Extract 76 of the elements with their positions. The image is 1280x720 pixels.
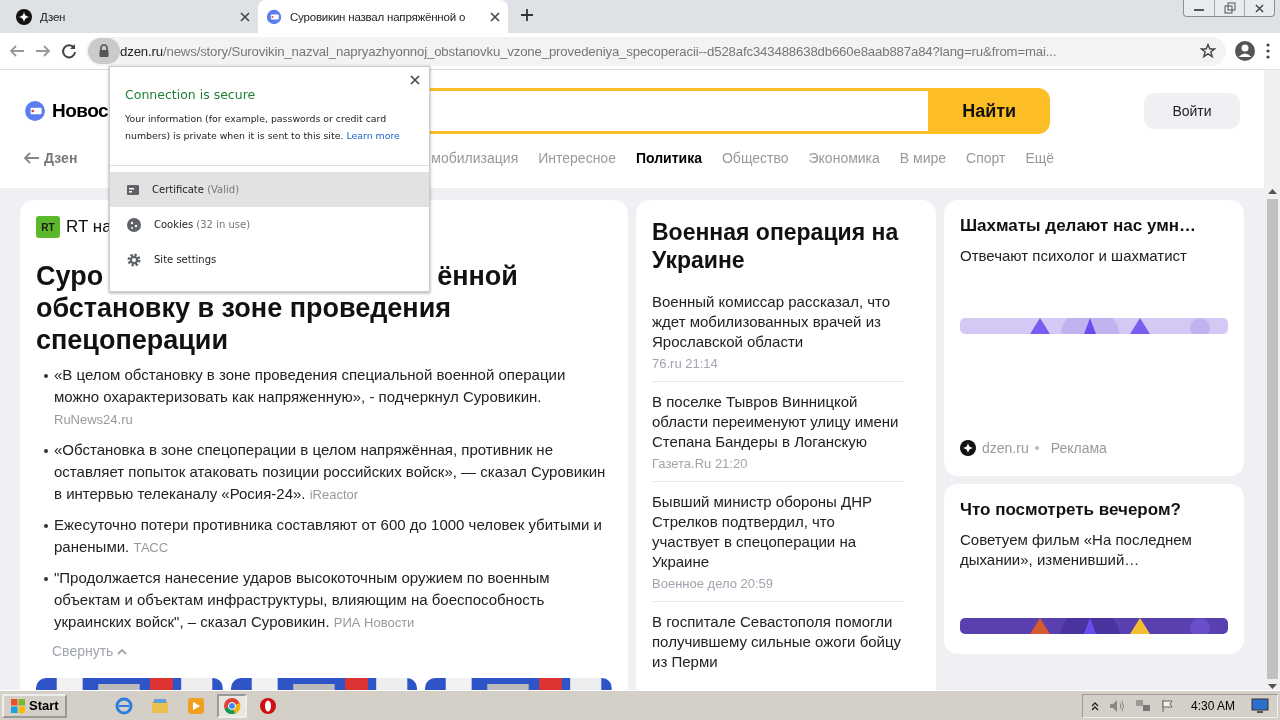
windows-logo-icon xyxy=(10,697,26,714)
news-logo-icon xyxy=(266,8,282,25)
chrome-icon[interactable] xyxy=(222,696,241,715)
dzen-logo-icon xyxy=(960,440,976,456)
news-link[interactable]: Военный комиссар рассказал, что ждет мобилизованных врачей из Ярославской области xyxy=(652,292,904,352)
bullet-icon xyxy=(44,577,48,581)
menu-icon[interactable] xyxy=(1264,42,1272,60)
popup-title: Connection is secure xyxy=(125,87,257,102)
browser-tab[interactable]: Дзен xyxy=(8,0,258,33)
chevron-up-icon[interactable] xyxy=(1090,700,1099,711)
popup-menu-item[interactable]: Site settings xyxy=(110,242,429,277)
news-link[interactable]: В поселке Тывров Винницкой области переименуют улицу имени Степана Бандеры в Логанскую xyxy=(652,392,904,452)
quote-text: «В целом обстановку в зоне проведения специальной военной операции можно охарактеризовать как напряженную», - подчеркнул Суровикин. RuNews24.ru xyxy=(54,365,567,429)
topic-title[interactable]: Военная операция на Украине xyxy=(652,218,920,274)
account-icon[interactable] xyxy=(1234,40,1256,62)
ad-card[interactable]: Шахматы делают нас умн… Отвечают психолог и шахматист dzen.ru Реклама xyxy=(944,200,1244,476)
browser-e-icon[interactable] xyxy=(114,696,133,715)
headline-text: спецоперации xyxy=(36,324,230,356)
source-logo: RT xyxy=(36,216,60,238)
headline-text: ённой xyxy=(437,260,518,292)
popup-menu-item[interactable]: Cookies (32 in use) xyxy=(110,207,429,242)
ad-text: Отвечают психолог и шахматист xyxy=(960,246,1188,266)
ad-text: Советуем фильм «На последнем дыхании», изменивший… xyxy=(960,530,1193,570)
scroll-up-icon[interactable] xyxy=(1267,188,1277,194)
bullet-icon xyxy=(44,449,48,453)
news-meta: Военное дело 20:59 xyxy=(652,576,775,591)
reload-icon[interactable] xyxy=(60,42,78,60)
settings-icon xyxy=(126,251,142,268)
chevron-up-icon xyxy=(117,647,128,655)
headline-text: обстановку в зоне проведения xyxy=(36,292,453,324)
scrollbar[interactable] xyxy=(1264,70,1280,690)
ad-title: Шахматы делают нас умн… xyxy=(960,216,1197,236)
close-icon[interactable] xyxy=(490,11,500,22)
separator-dot-icon xyxy=(1034,446,1039,450)
news-meta: Газета.Ru 21:20 xyxy=(652,456,749,471)
browser-tab[interactable]: Суровикин назвал напряжённой о xyxy=(258,0,508,33)
learn-more-link[interactable]: Learn more xyxy=(346,130,400,141)
search-button[interactable]: Найти xyxy=(928,88,1051,134)
ad-label: Реклама xyxy=(1050,440,1107,456)
news-meta: 76.ru 21:14 xyxy=(652,356,719,371)
headline-text: Суро xyxy=(36,260,104,292)
news-link[interactable]: В госпитале Севастополя помогли получившему сильные ожоги бойцу из Перми xyxy=(652,612,904,672)
news-link[interactable]: Бывший министр обороны ДНР Стрелков подтвердил, что участвует в спецоперации на Украине xyxy=(652,492,904,572)
back-link[interactable]: Дзен xyxy=(24,150,78,166)
close-icon[interactable] xyxy=(240,11,250,22)
lock-icon[interactable] xyxy=(98,44,110,58)
opera-icon[interactable] xyxy=(258,696,277,715)
star-icon[interactable] xyxy=(1200,43,1216,59)
scroll-thumb[interactable] xyxy=(1266,199,1278,679)
nav-link[interactable]: Политика xyxy=(635,150,702,166)
close-icon[interactable] xyxy=(1255,3,1264,13)
popup-menu-item[interactable]: Certificate (Valid) xyxy=(110,172,429,207)
dzen-logo-icon xyxy=(16,8,32,25)
site-logo[interactable]: Новос xyxy=(52,100,109,122)
quote-text: «Обстановка в зоне спецоперации в целом напряжённая, противник не оставляет попыток атаковать позиции российских войск», — сказал Суровикин в интервью телеканалу «Росия-24». iReactor xyxy=(54,440,607,504)
new-tab-icon[interactable] xyxy=(520,7,534,22)
quote-text: "Продолжается нанесение ударов высокоточным оружием по военным объектам и объектам инфраструктуры, влияющим на боеспособность украинских войск", – сказал Суровикин. РИА Новости xyxy=(54,568,551,632)
cookie-icon xyxy=(126,216,142,233)
address-bar[interactable]: dzen.ru/news/story/Surovikin_nazval_napryazhyonnoj_obstanovku_vzone_provedeniya_specoperacii--d528afc343488638db660e8aab887a84?lang=ru&from=mai... xyxy=(86,36,1226,66)
close-icon[interactable] xyxy=(410,75,420,85)
bullet-icon xyxy=(44,524,48,528)
network-icon[interactable] xyxy=(1134,698,1151,713)
news-logo-icon xyxy=(24,100,46,122)
start-button[interactable]: Start xyxy=(2,693,67,718)
certificate-icon xyxy=(126,182,140,197)
ad-title: Что посмотреть вечером? xyxy=(960,500,1182,520)
restore-icon[interactable] xyxy=(1223,2,1236,14)
desktop-icon[interactable] xyxy=(1251,697,1269,714)
clock[interactable]: 4:30 AM xyxy=(1190,698,1235,713)
flag-icon[interactable] xyxy=(1160,698,1175,713)
login-button[interactable]: Войти xyxy=(1144,93,1240,129)
popup-text: Your information (for example, passwords or credit card numbers) is private when it is sent to this site. Learn more xyxy=(125,112,401,143)
bullet-icon xyxy=(44,374,48,378)
ad-card[interactable]: Что посмотреть вечером? Советуем фильм «На последнем дыхании», изменивший… xyxy=(944,484,1244,654)
quote-text: Ежесуточно потери противника составляют от 600 до 1000 человек убитыми и ранеными. ТАСС xyxy=(54,515,603,557)
left-arrow-icon xyxy=(24,152,40,164)
